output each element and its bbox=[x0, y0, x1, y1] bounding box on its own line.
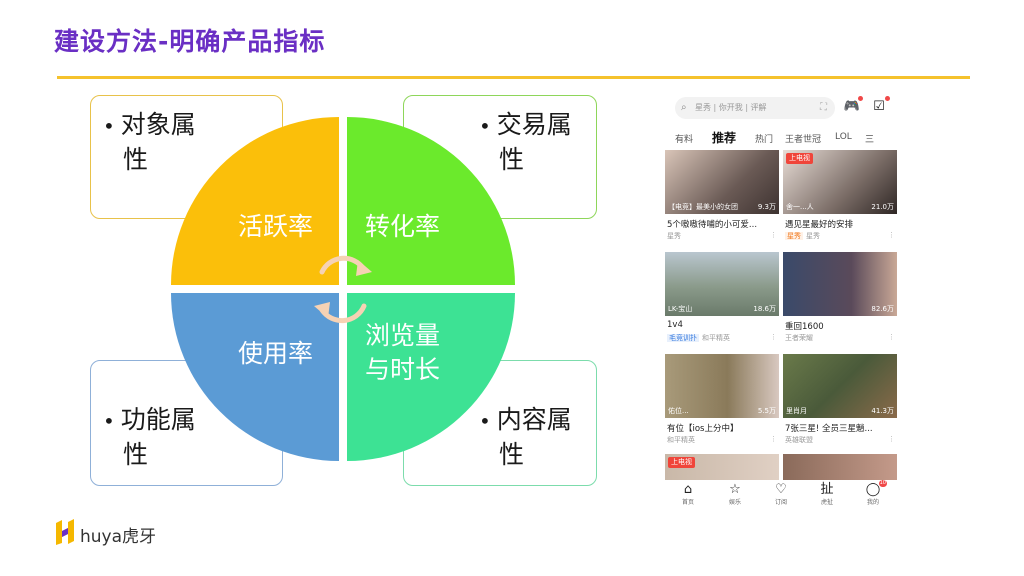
more-icon[interactable]: ⋮ bbox=[770, 231, 777, 239]
viewer-count: 5.5万 bbox=[757, 407, 776, 415]
stream-thumbnail: 【电竞】最美小的女团 9.3万 bbox=[665, 150, 779, 214]
quadrant-conversion bbox=[347, 117, 515, 285]
streamer-name: 舍一...人 bbox=[786, 203, 814, 211]
stream-thumbnail: 82.6万 bbox=[783, 252, 897, 316]
stream-tag: 星秀 bbox=[785, 232, 803, 240]
heart-icon: ♡ bbox=[775, 482, 787, 497]
more-icon[interactable]: ⋮ bbox=[888, 333, 895, 341]
stream-category: 和平精英 bbox=[667, 436, 695, 444]
stream-title: 重回1600 bbox=[785, 322, 824, 332]
stream-thumbnail: LK-宝山 18.6万 bbox=[665, 252, 779, 316]
quadrant-usage bbox=[171, 293, 339, 461]
more-icon[interactable]: ⋮ bbox=[770, 333, 777, 341]
stream-thumbnail: 佑位... 5.5万 bbox=[665, 354, 779, 418]
notification-count: 10 bbox=[878, 480, 887, 487]
nav-subscribe[interactable]: ♡ 订阅 bbox=[761, 482, 801, 507]
huya-logo-icon bbox=[56, 519, 74, 545]
viewer-count: 9.3万 bbox=[757, 203, 776, 211]
stream-thumbnail: 里肖月 41.3万 bbox=[783, 354, 897, 418]
game-controller-icon[interactable]: 🎮 bbox=[843, 96, 863, 115]
stream-title: 有位【ios上分中】 bbox=[667, 424, 739, 434]
home-icon: ⌂ bbox=[683, 482, 693, 497]
nav-home[interactable]: ⌂ 首页 bbox=[668, 482, 708, 507]
tab-recommend[interactable]: 推荐 bbox=[712, 129, 736, 146]
nav-label: 娱乐 bbox=[728, 499, 741, 506]
streamer-name: LK-宝山 bbox=[668, 305, 693, 313]
viewer-count: 82.6万 bbox=[871, 305, 894, 313]
more-icon[interactable]: ⋮ bbox=[888, 435, 895, 443]
search-icon: ⌕ bbox=[681, 102, 687, 113]
stream-title: 5个嗷嗷待哺的小可爱... bbox=[667, 220, 758, 230]
streamer-name: 【电竞】最美小的女团 bbox=[668, 203, 738, 211]
stream-thumbnail bbox=[783, 454, 897, 480]
stream-thumbnail: 上电视 舍一...人 21.0万 bbox=[783, 150, 897, 214]
live-badge: 上电视 bbox=[668, 457, 695, 468]
quadrant-label-line: 浏览量 bbox=[365, 321, 441, 350]
quadrant-label-browse-duration: 浏览量 与时长 bbox=[365, 319, 440, 387]
more-icon[interactable]: ⋮ bbox=[888, 231, 895, 239]
stream-category: 星秀 bbox=[806, 232, 820, 240]
stream-category: 星秀 bbox=[667, 232, 681, 240]
streamer-name: 佑位... bbox=[668, 407, 689, 415]
streamer-name: 里肖月 bbox=[786, 407, 807, 415]
stream-tag: 毛竞训扑 bbox=[667, 334, 699, 342]
stream-title: 1v4 bbox=[667, 320, 683, 330]
stream-category: 英雄联盟 bbox=[785, 436, 813, 444]
viewer-count: 41.3万 bbox=[871, 407, 894, 415]
channel-tabs: 有料 推荐 热门 王者世冠 LOL 三 bbox=[665, 129, 897, 147]
viewer-count: 18.6万 bbox=[753, 305, 776, 313]
quadrant-activity bbox=[171, 117, 339, 285]
checkin-icon[interactable]: ☑ bbox=[870, 96, 890, 115]
nav-entertainment[interactable]: ☆ 娱乐 bbox=[715, 482, 755, 507]
search-bar[interactable]: ⌕ 星秀 | 你开我 | 评解 ⛶ bbox=[675, 97, 835, 119]
quadrant-label-conversion: 转化率 bbox=[365, 212, 441, 241]
nav-label: 我的 bbox=[866, 499, 879, 506]
fire-icon: 扯 bbox=[820, 482, 834, 497]
stream-category: 和平精英 bbox=[702, 334, 730, 342]
nav-label: 订阅 bbox=[774, 499, 787, 506]
scan-icon[interactable]: ⛶ bbox=[820, 97, 827, 119]
stream-title: 7张三星! 全员三星魈... bbox=[785, 424, 873, 434]
quadrant-label-line: 与时长 bbox=[365, 355, 441, 384]
tab-item[interactable]: 王者世冠 bbox=[785, 132, 821, 145]
tab-item[interactable]: LOL bbox=[835, 132, 852, 142]
more-icon[interactable]: ⋮ bbox=[770, 435, 777, 443]
tab-item[interactable]: 热门 bbox=[755, 132, 773, 145]
quadrant-label-usage: 使用率 bbox=[238, 339, 314, 368]
nav-label: 首页 bbox=[681, 499, 694, 506]
quadrant-label-activity: 活跃率 bbox=[238, 212, 314, 241]
live-badge: 上电视 bbox=[786, 153, 813, 164]
tab-item[interactable]: 有料 bbox=[675, 132, 693, 145]
bottom-nav: ⌂ 首页 ☆ 娱乐 ♡ 订阅 扯虎扯 ◯ 10 我的 bbox=[665, 480, 897, 512]
tab-menu-icon[interactable]: 三 bbox=[865, 132, 874, 145]
nav-profile[interactable]: ◯ 10 我的 bbox=[853, 480, 893, 507]
stream-thumbnail: 上电视 bbox=[665, 454, 779, 480]
viewer-count: 21.0万 bbox=[871, 203, 894, 211]
app-screenshot: ⌕ 星秀 | 你开我 | 评解 ⛶ 🎮 ☑ 有料 推荐 热门 王者世冠 LOL … bbox=[665, 92, 897, 512]
brand-name: huya虎牙 bbox=[80, 527, 157, 547]
search-placeholder: 星秀 | 你开我 | 评解 bbox=[695, 103, 767, 112]
chat-icon: ◯ 10 bbox=[865, 480, 887, 497]
nav-huche[interactable]: 扯虎扯 bbox=[807, 482, 847, 507]
stream-meta: 星秀 星秀 bbox=[785, 231, 820, 241]
stream-meta: 毛竞训扑 和平精英 bbox=[667, 333, 730, 343]
star-icon: ☆ bbox=[729, 482, 741, 497]
nav-label: 虎扯 bbox=[820, 499, 833, 506]
stream-category: 王者荣耀 bbox=[785, 334, 813, 342]
stream-title: 遇见星最好的安排 bbox=[785, 220, 854, 230]
